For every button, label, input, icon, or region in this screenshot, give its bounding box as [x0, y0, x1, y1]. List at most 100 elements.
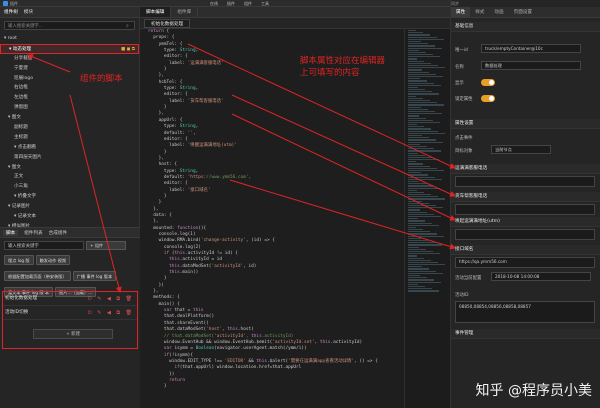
script-chip[interactable]: 触发动作 视频 — [35, 255, 71, 265]
editor-tabs: 脚本编辑 组件库 — [140, 7, 450, 18]
top-menu-item[interactable]: 组件 — [244, 0, 252, 7]
tree-node-label: ▾ 点击翻看 — [14, 144, 37, 150]
script-actions-icon[interactable]: ⏻ ✎ ◀ ⧉ 🗑 — [88, 292, 134, 306]
event-section-title: 事件管理 — [451, 329, 600, 339]
tree-node-label: ▾ 记录文本 — [14, 214, 37, 220]
lock-toggle[interactable] — [481, 95, 495, 102]
tree-node-label: ▾ 记录图片 — [8, 204, 31, 210]
tree-node[interactable]: 小三角 — [0, 182, 139, 192]
tree-node[interactable]: 副标题 — [0, 123, 139, 133]
add-component-button[interactable]: + 组件 — [86, 241, 126, 250]
attr-section: 属性设置 — [451, 119, 600, 129]
tree-node[interactable]: ▾ 折叠文字 — [0, 192, 139, 202]
tree-node[interactable]: ▾ 记录图片 — [0, 202, 139, 212]
click-event-label: 点击事件 — [455, 136, 473, 141]
script-search-input[interactable]: 输入搜索关键字 — [4, 241, 84, 250]
tree-node[interactable]: 宁夏建 — [0, 64, 139, 74]
tab-component-tree[interactable]: 组件树 — [4, 9, 18, 15]
script-actions-icon[interactable]: ⏻ ✎ ◀ ⧉ 🗑 — [88, 306, 134, 320]
hcb-tel-section: 货车帮客服电话 — [451, 192, 600, 202]
show-toggle[interactable] — [481, 79, 495, 86]
search-icon[interactable]: ⌕ — [126, 23, 132, 29]
tab-modules[interactable]: 模块 — [24, 9, 33, 15]
basic-info-title: 基础信息 — [451, 22, 600, 32]
tree-node-label: 弹窗图 — [14, 105, 28, 111]
tree-node-label: 左边框 — [14, 95, 28, 101]
tab-animation[interactable]: 动画 — [489, 7, 508, 17]
tree-node[interactable]: ▾ 点击翻看 — [0, 143, 139, 153]
tree-node[interactable]: 第四层天图片 — [0, 153, 139, 163]
watermark: 知乎 @程序员小美 — [475, 383, 592, 399]
host-label: 接口域名 — [451, 245, 600, 255]
tree-node[interactable]: ▾ 图文 — [0, 163, 139, 173]
tab-attributes[interactable]: 属性 — [451, 7, 471, 17]
event-section: 事件管理 — [451, 329, 600, 339]
tree-node[interactable]: ▾ 图文 — [0, 113, 139, 123]
script-item-label: 初始化数据处理 — [5, 296, 38, 301]
tab-scripts[interactable]: 脚本 — [3, 229, 19, 236]
tab-component-list[interactable]: 组件列表 — [24, 230, 42, 236]
code-area[interactable]: return { props: { ymmTel: { type: String… — [140, 29, 396, 408]
top-menu-item[interactable]: 插件 — [227, 0, 235, 7]
code-line[interactable]: } — [148, 384, 396, 390]
tree-node[interactable]: 弹窗图 — [0, 103, 139, 113]
target-object-label: 目标对象 — [455, 149, 473, 154]
new-script-button[interactable]: + 新建 — [33, 329, 113, 339]
name-label: 名称 — [455, 65, 464, 70]
tab-styles[interactable]: 样式 — [470, 7, 489, 17]
tree-node-label: 正文 — [14, 174, 24, 180]
hcb-tel-label: 货车帮客服电话 — [451, 192, 600, 202]
tree-node[interactable]: ▾ 记录文本 — [0, 212, 139, 222]
tree-node[interactable]: 左边框 — [0, 93, 139, 103]
name-field[interactable]: 数据处理 — [481, 61, 581, 70]
tree-search-input[interactable]: 输入搜索关键字... ⌕ — [4, 21, 135, 30]
left-tabs: 组件树 模块 — [0, 7, 139, 18]
show-label: 显示 — [455, 81, 464, 86]
script-chip[interactable]: 根据配置加载页面（带安装版） — [4, 271, 71, 281]
app-name: 插件 — [10, 1, 18, 6]
tab-page-settings[interactable]: 页面设置 — [509, 7, 537, 17]
host-input[interactable]: https://qa.ymm56.com — [455, 257, 595, 268]
code-minimap[interactable] — [404, 29, 450, 408]
top-menu: 在线 插件 组件 工具 — [210, 0, 269, 7]
tree-node[interactable]: 主标题 — [0, 133, 139, 143]
ymm-tel-label: 运满满客服电话 — [451, 164, 600, 174]
tree-node-label: 小三角 — [14, 184, 28, 190]
target-object-select[interactable]: 当前节点 — [491, 145, 551, 154]
tree-node-label: 主标题 — [14, 134, 28, 140]
script-item-label: 活动ID切换 — [5, 310, 29, 315]
app-url-input[interactable] — [455, 229, 595, 240]
script-chip[interactable]: 埋点 log 版 — [4, 255, 34, 265]
top-menu-item[interactable]: 工具 — [261, 0, 269, 7]
hcb-tel-input[interactable] — [455, 204, 595, 215]
app-url-section: 唤起运满满地址(utm) — [451, 217, 600, 227]
tree-node[interactable]: ▾ 动态处理 ■ ◼ ⧉ — [0, 43, 139, 54]
script-item[interactable]: 活动ID切换 ⏻ ✎ ◀ ⧉ 🗑 — [3, 306, 137, 320]
ymm-tel-input[interactable] — [455, 176, 595, 187]
script-panel: 脚本 组件列表 合成组件 输入搜索关键字 + 组件 埋点 log 版触发动作 视… — [0, 227, 140, 408]
id-label: 唯一id — [455, 48, 468, 53]
tree-node-label: 右边框 — [14, 85, 28, 91]
tab-script-edit[interactable]: 脚本编辑 — [140, 7, 172, 17]
annotation-props-line1: 脚本属性对应在编辑器 — [300, 56, 386, 66]
tree-node-label: ▾ 图文 — [8, 164, 21, 170]
script-panel-tabs: 脚本 组件列表 合成组件 — [0, 228, 140, 238]
id-field[interactable]: truck/emptyContainer@10c — [481, 44, 581, 53]
attr-section-title: 属性设置 — [451, 119, 600, 129]
activity-id-input[interactable]: 08850,08854,08856,08858,08857 — [455, 301, 595, 323]
top-menu-item[interactable]: 在线 — [210, 0, 218, 7]
script-item[interactable]: 初始化数据处理 ⏻ ✎ ◀ ⧉ 🗑 — [3, 292, 137, 306]
tree-node-label: 副标题 — [14, 125, 28, 131]
tree-node-label: 宁夏建 — [14, 65, 28, 71]
tab-component-library[interactable]: 组件库 — [171, 7, 199, 17]
tab-composite-components[interactable]: 合成组件 — [49, 230, 67, 236]
tree-node[interactable]: 正文 — [0, 172, 139, 182]
app-url-label: 唤起运满满地址(utm) — [451, 217, 600, 227]
time-picker[interactable]: 2018-10-08 14:00:08 — [491, 272, 591, 281]
tree-node[interactable]: 分享截图 — [0, 54, 139, 64]
tab-current-script[interactable]: 初始化数据处理 — [144, 19, 191, 28]
tree-node[interactable]: ▾ root — [0, 34, 139, 44]
editor-subtabs: 初始化数据处理 — [140, 18, 450, 29]
script-chip[interactable]: 广播 事件 log 版本 — [72, 271, 117, 281]
host-section: 接口域名 — [451, 245, 600, 255]
